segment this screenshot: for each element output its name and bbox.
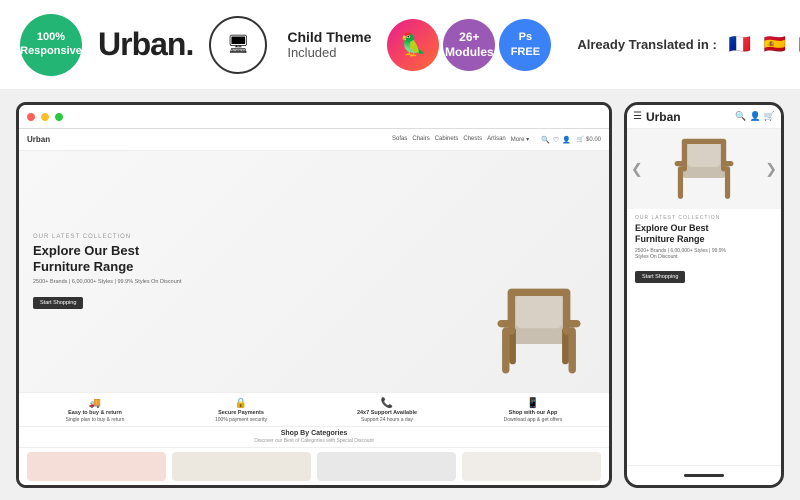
payment-icon: 🔒 [235,398,247,409]
mobile-bottom-bar [627,465,781,485]
child-theme-text: Child Theme Included [287,29,371,60]
mockup-hero: OUR LATEST COLLECTION Explore Our BestFu… [19,151,609,392]
translated-label: Already Translated in : [577,37,716,52]
desktop-mockup: Urban Sofas Chairs Cabinets Chests Artis… [16,102,612,488]
flag-es: 🇪🇸 [760,30,790,60]
hero-title: Explore Our BestFurniture Range [33,243,595,274]
mobile-mockup: ☰ Urban 🔍 👤 🛒 ❮ [624,102,784,488]
mobile-chair-illustration [664,129,744,209]
prev-arrow[interactable]: ❮ [631,161,643,178]
mockup-nav-icons: 🔍 ♡ 👤 [541,136,571,144]
delivery-icon: 🚚 [89,398,101,409]
dot-red [27,113,35,121]
mockup-topbar [19,105,609,129]
category-thumb-3 [317,452,456,481]
wishlist-icon: ♡ [553,136,559,144]
modules-group: 🦜 26+ Modules Ps FREE [387,19,551,71]
category-thumb-1 [27,452,166,481]
dot-green [55,113,63,121]
child-theme-badge: 🖥 [209,16,267,74]
category-row [19,447,609,485]
mockup-nav-links: Sofas Chairs Cabinets Chests Artisan Mor… [392,136,529,143]
categories-title: Shop By Categories [19,426,609,438]
feature-payment: 🔒 Secure Payments 100% payment security [173,398,309,421]
home-indicator [684,474,724,477]
next-arrow[interactable]: ❯ [765,161,777,178]
hero-collection-label: OUR LATEST COLLECTION [33,234,595,240]
category-thumb-2 [172,452,311,481]
toucan-icon: 🦜 [387,19,439,71]
hero-start-shopping-button[interactable]: Start Shopping [33,297,83,309]
main-content: Urban Sofas Chairs Cabinets Chests Artis… [0,90,800,500]
mobile-content: OUR LATEST COLLECTION Explore Our BestFu… [627,209,781,465]
mobile-user-icon[interactable]: 👤 [750,111,761,122]
translated-section: Already Translated in : 🇫🇷 🇪🇸 🇮🇹 🇩🇪 🇦🇪 [577,30,800,60]
ps-badge: Ps FREE [499,19,551,71]
app-icon: 📱 [527,398,539,409]
user-icon: 👤 [562,136,571,144]
mobile-nav-icons: 🔍 👤 🛒 [735,111,775,122]
mobile-hero-subtitle: 2500+ Brands | 6,00,000+ Styles | 99.9%S… [635,248,773,260]
hero-subtitle: 2500+ Brands | 6,00,000+ Styles | 99.9% … [33,279,595,285]
mobile-topbar: ☰ Urban 🔍 👤 🛒 [627,105,781,129]
support-icon: 📞 [381,398,393,409]
child-theme-line1: Child Theme [287,29,371,45]
child-theme-line2: Included [287,45,371,60]
brand-name: Urban. [98,26,193,63]
dot-yellow [41,113,49,121]
categories-sub: Discover our Best of Categories with Spe… [19,438,609,447]
feature-delivery: 🚚 Easy to buy & return Single plan to bu… [27,398,163,421]
flag-fr: 🇫🇷 [725,30,755,60]
hero-text: OUR LATEST COLLECTION Explore Our BestFu… [33,234,595,308]
mobile-hero-title: Explore Our BestFurniture Range [635,223,773,245]
search-icon: 🔍 [541,136,550,144]
mockup-navbar: Urban Sofas Chairs Cabinets Chests Artis… [19,129,609,151]
mobile-search-icon[interactable]: 🔍 [735,111,746,122]
mobile-cart-icon[interactable]: 🛒 [764,111,775,122]
flag-it: 🇮🇹 [795,30,800,60]
mockup-features: 🚚 Easy to buy & return Single plan to bu… [19,392,609,426]
mobile-logo: Urban [646,110,681,124]
responsive-badge: 100% Responsive [20,14,82,76]
top-header: 100% Responsive Urban. 🖥 Child Theme Inc… [0,0,800,90]
feature-app: 📱 Shop with our App Download app & get o… [465,398,601,421]
flag-icons: 🇫🇷 🇪🇸 🇮🇹 🇩🇪 🇦🇪 [725,30,800,60]
feature-support: 📞 24x7 Support Available Support 24 hour… [319,398,455,421]
monitor-icon: 🖥 [227,34,250,55]
modules-badge: 26+ Modules [443,19,495,71]
mobile-hero: ❮ ❯ [627,129,781,209]
mobile-start-shopping-button[interactable]: Start Shopping [635,271,685,283]
mockup-nav-logo: Urban [27,135,50,144]
mobile-collection-label: OUR LATEST COLLECTION [635,215,773,221]
mobile-menu-icon[interactable]: ☰ [633,111,642,122]
nav-cart: 🛒 $0.00 [577,136,601,143]
category-thumb-4 [462,452,601,481]
